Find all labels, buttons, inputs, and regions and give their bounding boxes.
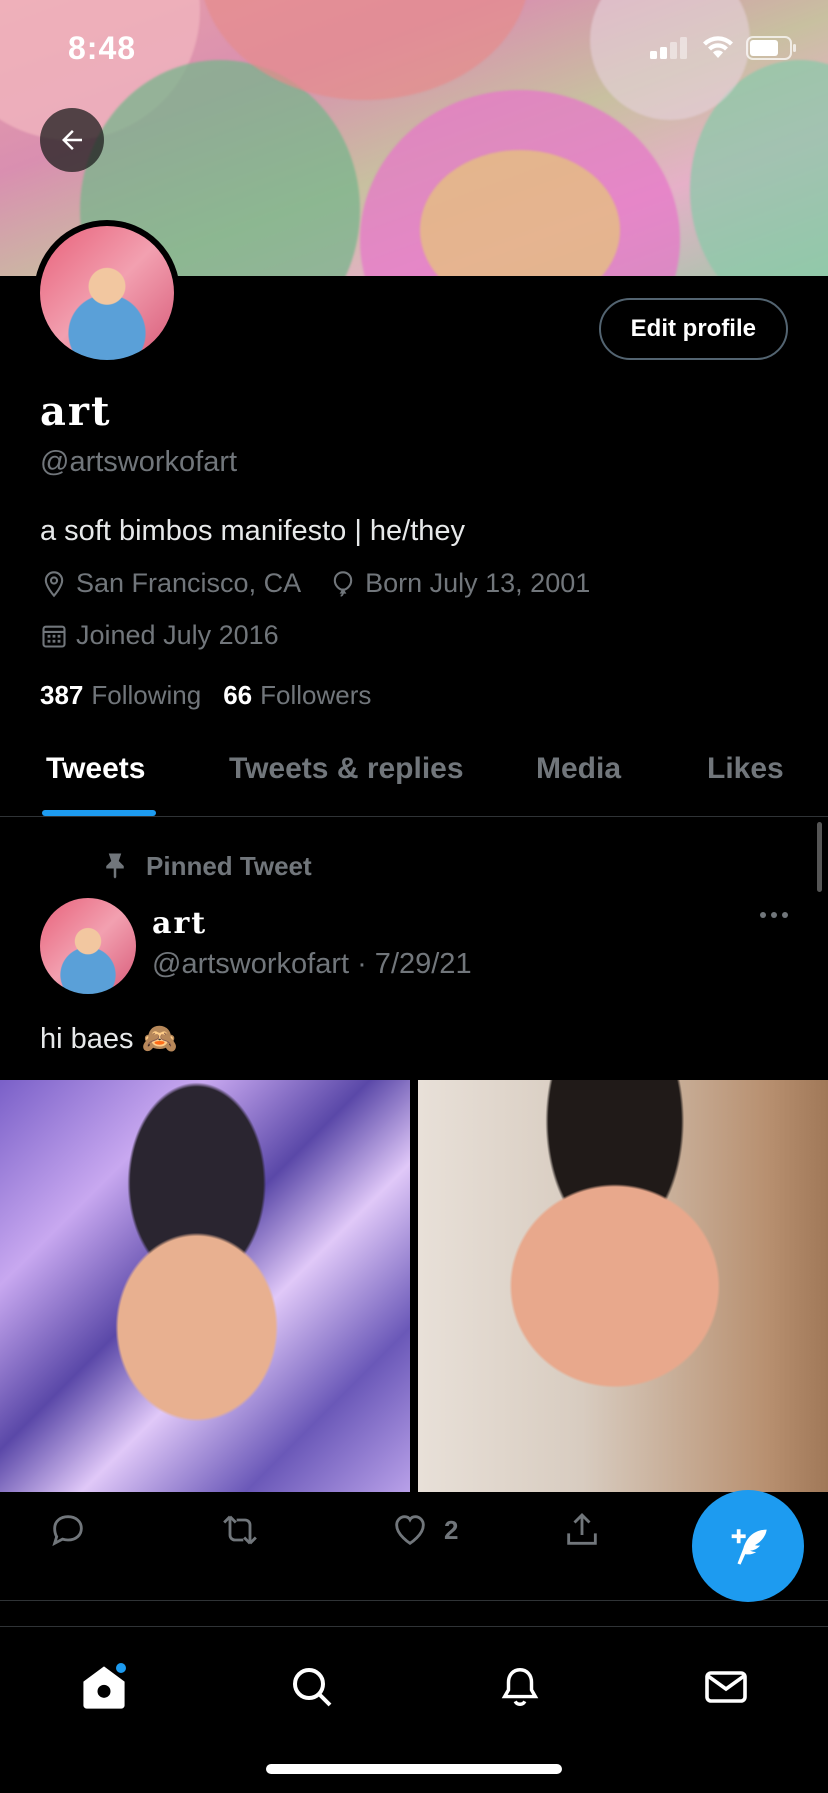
more-horizontal-icon[interactable] xyxy=(760,912,788,918)
cellular-signal-icon xyxy=(650,37,687,59)
tweet-author-name[interactable]: art xyxy=(152,906,207,941)
profile-tabs: Tweets Tweets & replies Media Likes xyxy=(0,742,828,817)
status-time: 8:48 xyxy=(68,30,137,66)
nav-notifications[interactable] xyxy=(490,1657,550,1717)
back-button[interactable] xyxy=(40,108,104,172)
followers-count: 66 xyxy=(223,680,253,710)
tab-media[interactable]: Media xyxy=(536,752,621,786)
tweet-divider xyxy=(0,1600,828,1601)
profile-handle: @artsworkofart xyxy=(40,446,238,478)
nav-home[interactable] xyxy=(74,1657,134,1717)
profile-name: art xyxy=(40,388,112,435)
birthday-text: Born July 13, 2001 xyxy=(365,568,591,598)
profile-meta-row: Joined July 2016 xyxy=(40,620,307,651)
retweet-icon xyxy=(223,1515,257,1545)
compose-tweet-icon xyxy=(731,1529,767,1565)
calendar-icon xyxy=(42,625,66,648)
notification-dot xyxy=(116,1663,126,1673)
location-text: San Francisco, CA xyxy=(76,568,302,598)
pinned-tweet-header: Pinned Tweet xyxy=(100,850,312,882)
bell-icon xyxy=(501,1668,539,1706)
scrollbar[interactable] xyxy=(817,822,822,892)
following-count: 387 xyxy=(40,680,84,710)
tab-tweets[interactable]: Tweets xyxy=(46,752,145,786)
heart-icon xyxy=(395,1515,425,1546)
balloon-icon xyxy=(333,570,353,597)
pinned-label: Pinned Tweet xyxy=(146,850,312,881)
followers-label: Followers xyxy=(260,680,372,710)
tab-tweets-replies[interactable]: Tweets & replies xyxy=(229,752,464,786)
share-button[interactable] xyxy=(562,1510,602,1550)
profile-joined: Joined July 2016 xyxy=(40,620,279,651)
tweet-avatar[interactable] xyxy=(40,898,136,994)
reply-icon xyxy=(52,1515,83,1547)
profile-birthday: Born July 13, 2001 xyxy=(329,568,590,599)
profile-meta-row: San Francisco, CA Born July 13, 2001 xyxy=(40,568,618,599)
following-link[interactable]: 387 Following xyxy=(40,680,201,711)
tweet-media-image[interactable] xyxy=(418,1080,828,1492)
arrow-left-icon xyxy=(62,130,82,150)
nav-messages[interactable] xyxy=(696,1657,756,1717)
like-count: 2 xyxy=(444,1514,459,1545)
followers-link[interactable]: 66 Followers xyxy=(223,680,371,711)
following-label: Following xyxy=(91,680,202,710)
active-tab-indicator xyxy=(42,810,156,816)
mail-icon xyxy=(705,1671,747,1703)
tweet-media-image[interactable] xyxy=(0,1080,410,1492)
wifi-icon xyxy=(703,36,733,58)
pin-icon xyxy=(106,853,124,879)
retweet-button[interactable] xyxy=(218,1510,262,1550)
edit-profile-button[interactable]: Edit profile xyxy=(598,298,788,360)
compose-tweet-button[interactable] xyxy=(692,1490,804,1602)
battery-icon xyxy=(746,36,796,60)
joined-text: Joined July 2016 xyxy=(76,620,279,650)
home-indicator[interactable] xyxy=(266,1764,562,1774)
nav-search[interactable] xyxy=(282,1657,342,1717)
tab-likes[interactable]: Likes xyxy=(707,752,784,786)
profile-avatar-frame[interactable] xyxy=(34,220,180,366)
reply-button[interactable] xyxy=(48,1510,88,1550)
share-icon xyxy=(567,1512,597,1545)
tweet-author-handle: @artsworkofart · 7/29/21 xyxy=(152,948,472,980)
like-button[interactable]: 2 xyxy=(390,1510,458,1550)
follow-stats: 387 Following 66 Followers xyxy=(40,680,371,711)
tweet-text: hi baes 🙈 xyxy=(40,1023,178,1055)
profile-location: San Francisco, CA xyxy=(40,568,301,599)
profile-bio: a soft bimbos manifesto | he/they xyxy=(40,515,466,547)
search-icon xyxy=(293,1668,332,1707)
status-icons xyxy=(650,36,798,60)
location-pin-icon xyxy=(44,570,64,597)
avatar xyxy=(40,226,174,360)
